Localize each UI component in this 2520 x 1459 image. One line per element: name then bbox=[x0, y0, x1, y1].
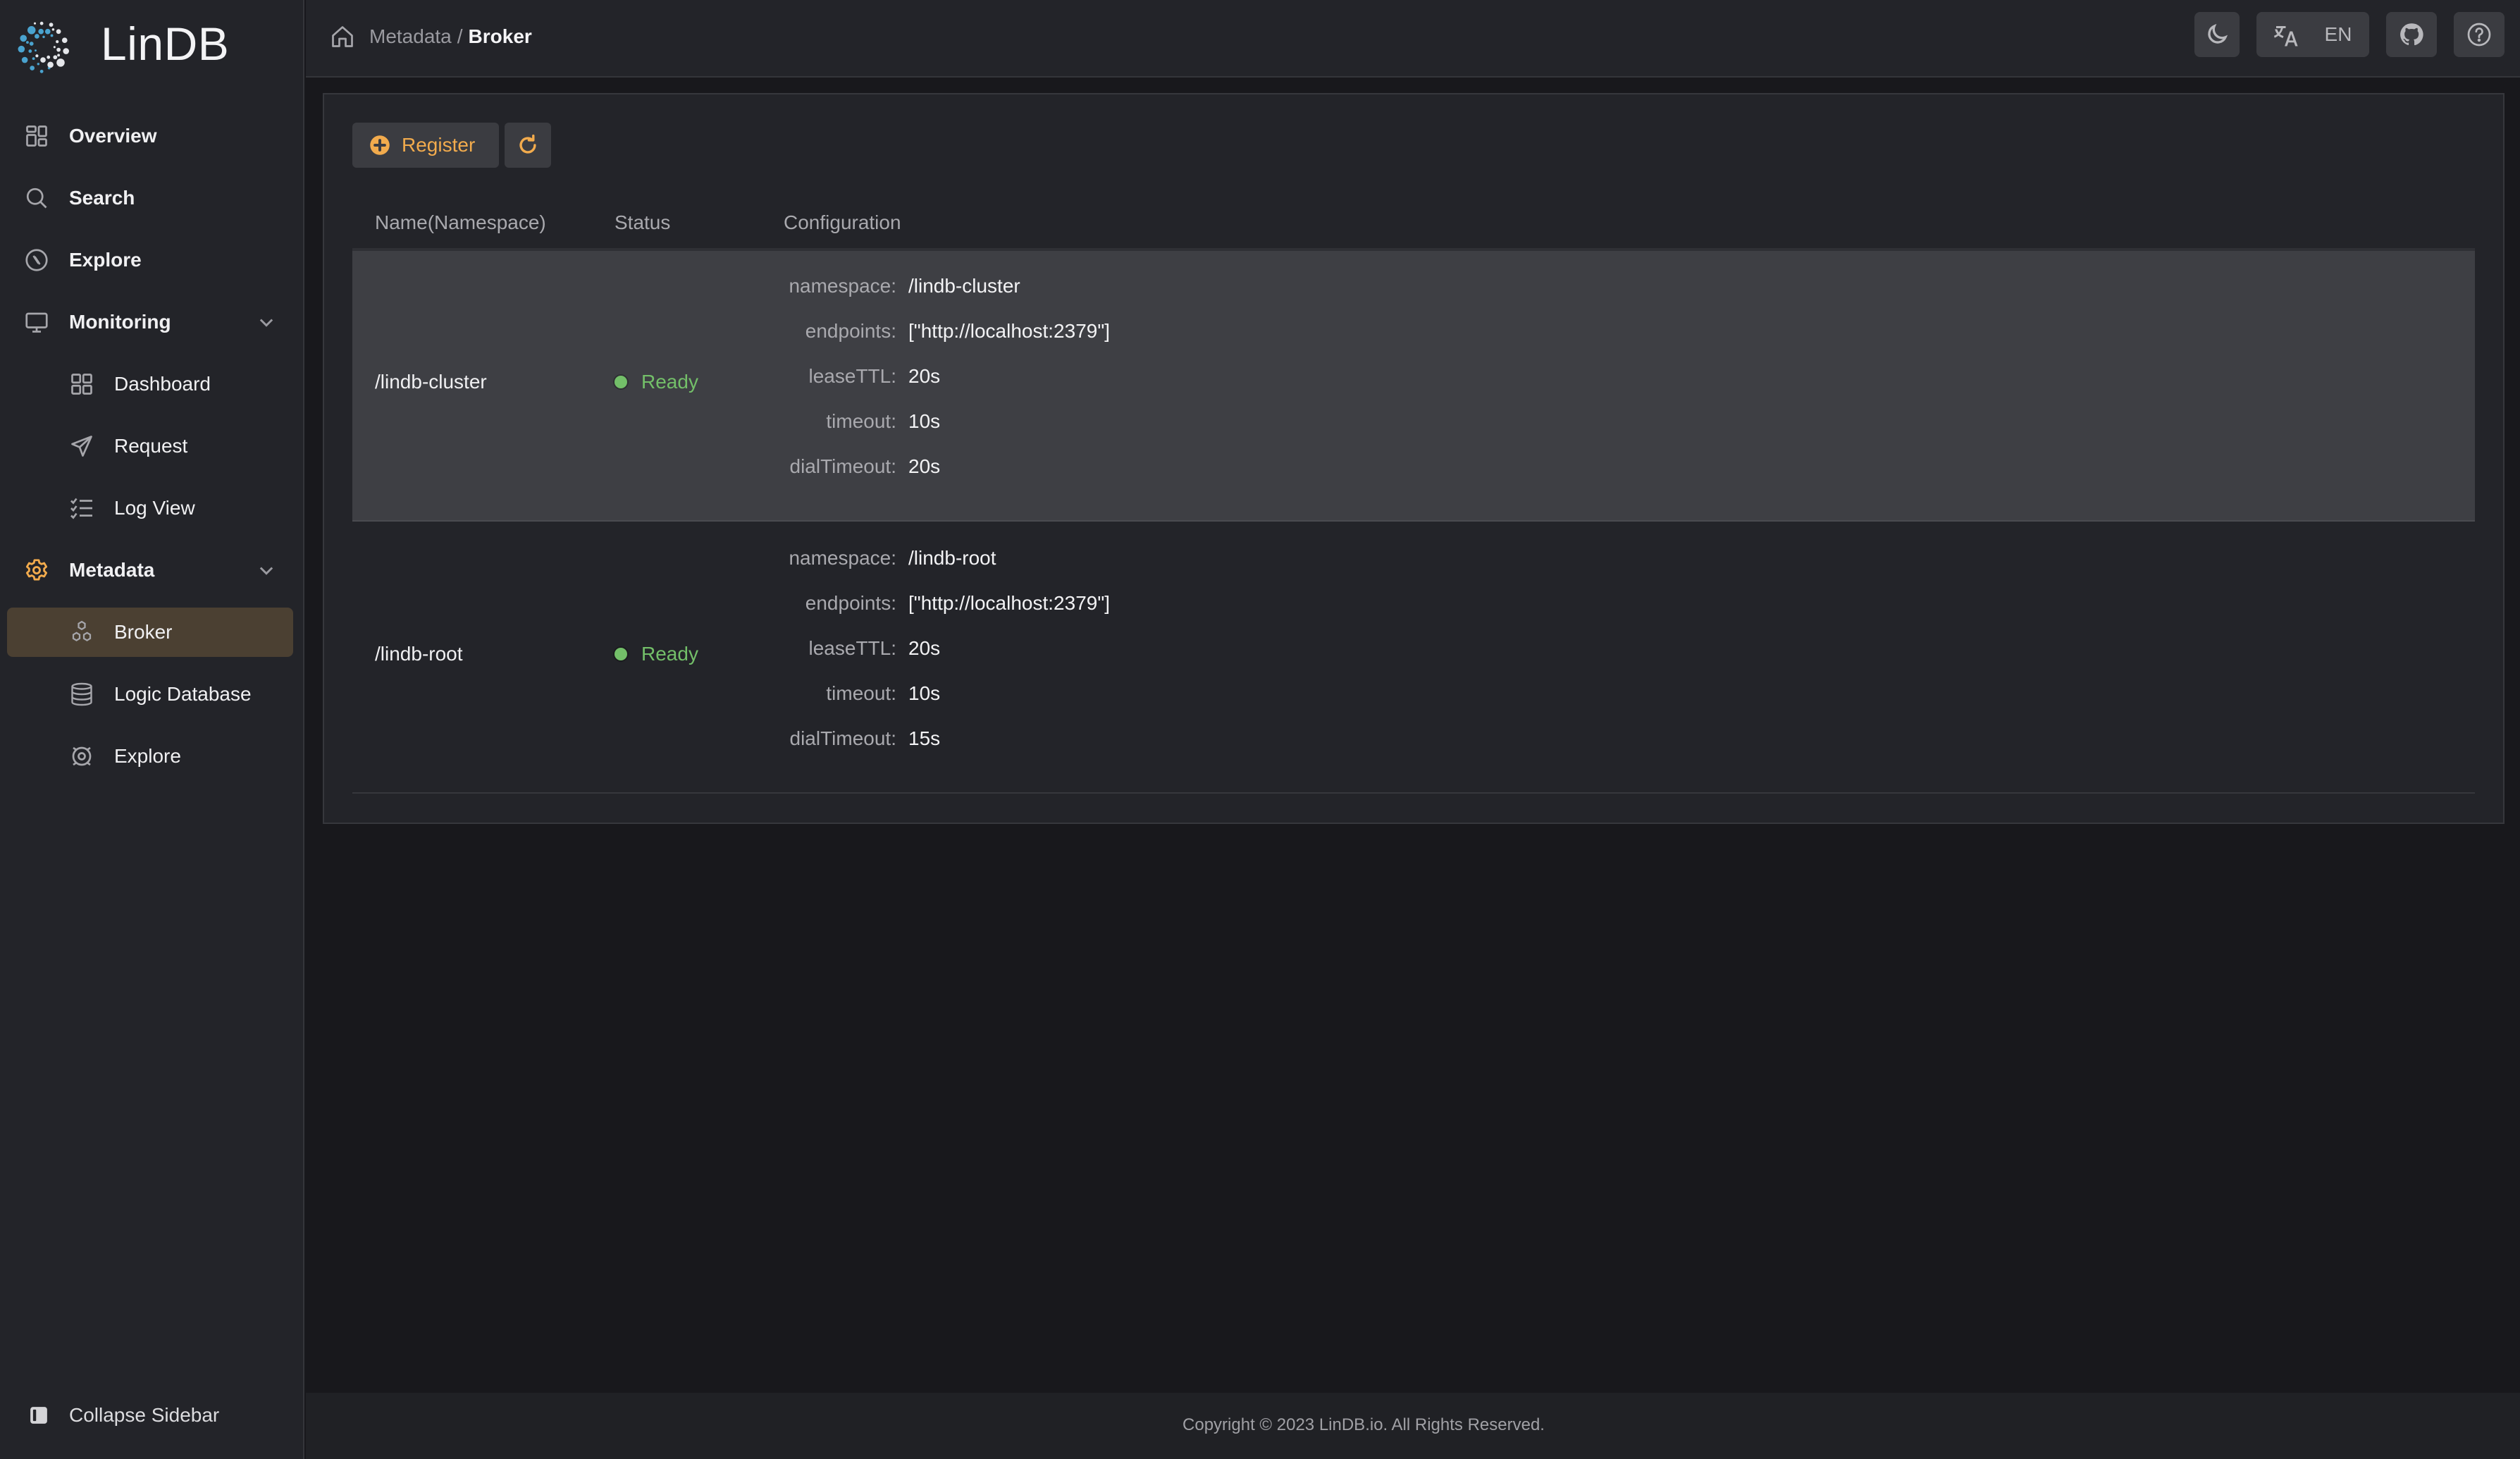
collapse-sidebar-label: Collapse Sidebar bbox=[69, 1404, 220, 1426]
config-value: /lindb-root bbox=[908, 547, 996, 569]
config-key: endpoints: bbox=[805, 320, 896, 342]
sidebar-item-request[interactable]: Request bbox=[7, 421, 293, 471]
help-icon bbox=[2467, 23, 2491, 47]
table-row[interactable]: /lindb-cluster Ready namespace:/lindb-cl… bbox=[352, 248, 2475, 522]
config-key: dialTimeout: bbox=[789, 455, 896, 477]
sidebar-item-label: Search bbox=[69, 187, 135, 209]
overview-icon bbox=[24, 123, 49, 149]
config-entry: endpoints: ["http://localhost:2379"] bbox=[352, 320, 1339, 348]
search-icon bbox=[24, 185, 49, 211]
sidebar-item-label: Request bbox=[114, 435, 188, 457]
config-value: /lindb-cluster bbox=[908, 275, 1020, 297]
home-icon[interactable] bbox=[330, 24, 355, 49]
config-key: leaseTTL: bbox=[808, 637, 897, 659]
sidebar-item-label: Monitoring bbox=[69, 311, 171, 333]
column-header-configuration[interactable]: Configuration bbox=[784, 209, 901, 237]
sidebar-item-monitoring[interactable]: Monitoring bbox=[7, 297, 293, 347]
sidebar-item-label: Log View bbox=[114, 497, 195, 519]
sidebar-item-overview[interactable]: Overview bbox=[7, 111, 293, 161]
monitor-icon bbox=[24, 309, 49, 335]
refresh-button[interactable] bbox=[505, 123, 551, 168]
refresh-icon bbox=[519, 134, 536, 154]
sidebar-item-label: Explore bbox=[114, 745, 181, 767]
moon-icon bbox=[2208, 23, 2228, 44]
explore-icon bbox=[69, 744, 94, 769]
footer: Copyright © 2023 LinDB.io. All Rights Re… bbox=[306, 1393, 2520, 1459]
sidebar-item-label: Broker bbox=[114, 621, 173, 643]
config-value: 20s bbox=[908, 365, 941, 387]
compass-icon bbox=[24, 247, 49, 273]
breadcrumb-item-current: Broker bbox=[468, 25, 532, 47]
breadcrumb: Metadata / Broker bbox=[330, 21, 532, 52]
config-key: namespace: bbox=[789, 547, 896, 569]
config-entry: endpoints: ["http://localhost:2379"] bbox=[352, 592, 1339, 620]
sidebar-item-log-view[interactable]: Log View bbox=[7, 484, 293, 533]
sidebar-item-label: Metadata bbox=[69, 559, 155, 581]
config-value: 10s bbox=[908, 682, 941, 704]
github-button[interactable] bbox=[2386, 12, 2437, 57]
config-entry: timeout: 10s bbox=[352, 682, 1339, 710]
database-icon bbox=[69, 682, 94, 707]
breadcrumb-separator: / bbox=[457, 25, 463, 47]
help-button[interactable] bbox=[2454, 12, 2504, 57]
theme-toggle-button[interactable] bbox=[2194, 12, 2240, 57]
sidebar-item-label: Overview bbox=[69, 125, 157, 147]
config-value: 15s bbox=[908, 727, 941, 749]
copyright-text: Copyright © 2023 LinDB.io. All Rights Re… bbox=[1182, 1415, 1545, 1434]
sidebar-panel-icon bbox=[30, 1407, 47, 1424]
broker-card: Register Name(Namespace) Status Configur… bbox=[323, 93, 2504, 824]
config-entry: leaseTTL: 20s bbox=[352, 365, 1339, 393]
hexagons-icon bbox=[69, 620, 94, 645]
table-row[interactable]: /lindb-root Ready namespace:/lindb-root … bbox=[352, 522, 2475, 794]
dashboard-icon bbox=[69, 371, 94, 397]
chevron-down-icon[interactable] bbox=[257, 312, 276, 332]
config-value: ["http://localhost:2379"] bbox=[908, 320, 1111, 342]
top-header: Metadata / Broker EN bbox=[306, 0, 2520, 78]
config-entry: namespace: /lindb-root bbox=[352, 547, 1339, 575]
config-key: timeout: bbox=[826, 410, 896, 432]
config-entry: dialTimeout: 20s bbox=[352, 455, 1339, 484]
config-key: dialTimeout: bbox=[789, 727, 896, 749]
config-entry: dialTimeout: 15s bbox=[352, 727, 1339, 756]
column-header-name[interactable]: Name(Namespace) bbox=[375, 209, 546, 237]
config-value: 20s bbox=[908, 637, 941, 659]
config-key: timeout: bbox=[826, 682, 896, 704]
send-icon bbox=[69, 433, 94, 459]
collapse-sidebar-button[interactable]: Collapse Sidebar bbox=[7, 1391, 293, 1440]
config-value: ["http://localhost:2379"] bbox=[908, 592, 1111, 614]
config-key: namespace: bbox=[789, 275, 896, 297]
register-button[interactable]: Register bbox=[352, 123, 499, 168]
lindb-logo-icon bbox=[18, 21, 69, 73]
config-entry: namespace: /lindb-cluster bbox=[352, 275, 1339, 303]
breadcrumb-item-metadata[interactable]: Metadata bbox=[369, 25, 452, 48]
sidebar-item-label: Dashboard bbox=[114, 373, 211, 395]
sidebar-item-broker[interactable]: Broker bbox=[7, 608, 293, 657]
sidebar-item-metadata[interactable]: Metadata bbox=[7, 546, 293, 595]
config-key: leaseTTL: bbox=[808, 365, 897, 387]
sidebar-item-search[interactable]: Search bbox=[7, 173, 293, 223]
sidebar: LinDB Overview Search Explore Monitoring… bbox=[0, 0, 304, 1459]
sidebar-item-metadata-explore[interactable]: Explore bbox=[7, 732, 293, 781]
gear-icon bbox=[24, 558, 49, 583]
config-entry: timeout: 10s bbox=[352, 410, 1339, 438]
sidebar-item-label: Explore bbox=[69, 249, 142, 271]
translate-icon bbox=[2273, 26, 2298, 47]
config-key: endpoints: bbox=[805, 592, 896, 614]
sidebar-item-logic-database[interactable]: Logic Database bbox=[7, 670, 293, 719]
github-icon bbox=[2400, 23, 2423, 46]
sidebar-item-dashboard[interactable]: Dashboard bbox=[7, 359, 293, 409]
chevron-down-icon[interactable] bbox=[257, 560, 276, 580]
register-label: Register bbox=[402, 134, 476, 156]
sidebar-item-label: Logic Database bbox=[114, 683, 252, 705]
column-header-status[interactable]: Status bbox=[614, 209, 670, 237]
plus-circle-icon bbox=[370, 135, 390, 155]
config-value: 20s bbox=[908, 455, 941, 477]
app-name: LinDB bbox=[101, 18, 230, 70]
config-entry: leaseTTL: 20s bbox=[352, 637, 1339, 665]
language-code: EN bbox=[2324, 23, 2352, 45]
language-button[interactable]: EN bbox=[2256, 12, 2369, 57]
checklist-icon bbox=[69, 495, 94, 521]
config-value: 10s bbox=[908, 410, 941, 432]
sidebar-item-explore[interactable]: Explore bbox=[7, 235, 293, 285]
